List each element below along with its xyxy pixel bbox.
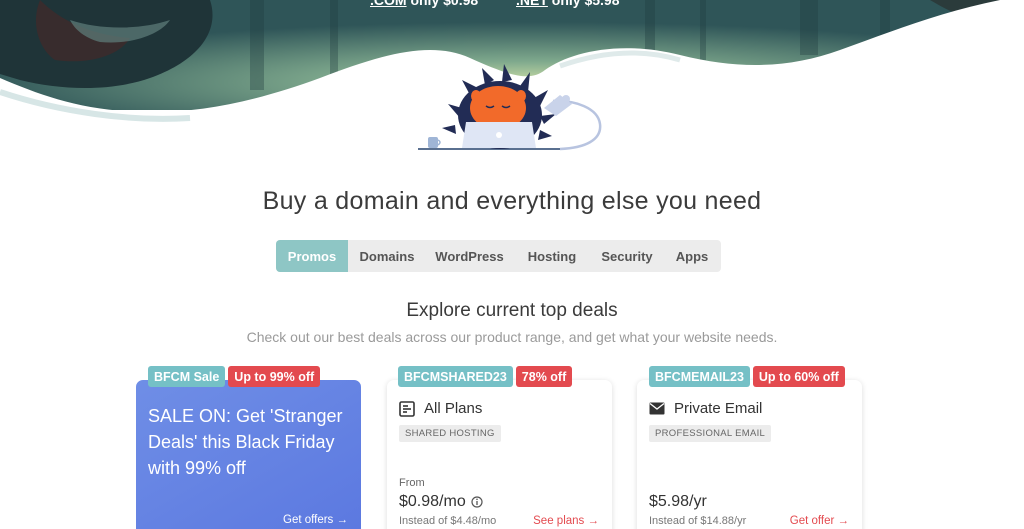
original-price: Instead of $4.48/mo xyxy=(399,515,497,527)
card-header: All Plans xyxy=(399,400,482,417)
promo-code-badge: BFCMSHARED23 xyxy=(398,366,513,387)
deals-subtitle: Check out our best deals across our prod… xyxy=(246,329,778,345)
discount-badge: 78% off xyxy=(515,366,573,387)
get-offer-link[interactable]: Get offer → xyxy=(790,515,849,527)
hero-banner: .COM only $0.98 .NET only $5.98 xyxy=(0,0,1024,160)
price-value: $5.98/yr xyxy=(649,493,707,510)
product-tabs: Promos Domains WordPress Hosting Securit… xyxy=(276,240,721,272)
tab-promos[interactable]: Promos xyxy=(276,240,348,272)
com-promo-link[interactable]: .COM only $0.98 xyxy=(370,0,478,8)
deals-title: Explore current top deals xyxy=(406,300,618,321)
tab-wordpress[interactable]: WordPress xyxy=(426,240,513,272)
hero-promo-links: .COM only $0.98 .NET only $5.98 xyxy=(0,0,1024,12)
see-plans-link[interactable]: See plans → xyxy=(533,515,599,527)
card-title: Private Email xyxy=(674,400,763,417)
discount-badge: Up to 99% off xyxy=(228,366,321,387)
tab-hosting[interactable]: Hosting xyxy=(513,240,591,272)
hero-illustration xyxy=(0,0,1024,160)
shared-hosting-card[interactable]: All Plans SHARED HOSTING From $0.98/mo I… xyxy=(387,380,612,529)
promo-card-text: SALE ON: Get 'Stranger Deals' this Black… xyxy=(148,406,343,478)
private-email-card[interactable]: Private Email PROFESSIONAL EMAIL $5.98/y… xyxy=(637,380,862,529)
tab-security[interactable]: Security xyxy=(591,240,663,272)
original-price: Instead of $14.88/yr xyxy=(649,515,747,527)
net-promo-link[interactable]: .NET only $5.98 xyxy=(516,0,619,8)
product-tag: PROFESSIONAL EMAIL xyxy=(649,425,772,442)
from-label: From xyxy=(399,477,425,489)
price-value: $0.98/mo xyxy=(399,493,466,510)
get-offers-link[interactable]: Get offers → xyxy=(283,514,348,526)
promo-card[interactable]: SALE ON: Get 'Stranger Deals' this Black… xyxy=(136,380,361,529)
card-header: Private Email xyxy=(649,400,762,417)
card-title: All Plans xyxy=(424,400,483,417)
email-badges: BFCMEMAIL23 Up to 60% off xyxy=(649,366,845,387)
tab-apps[interactable]: Apps xyxy=(663,240,721,272)
promo-code-badge: BFCMEMAIL23 xyxy=(649,366,750,387)
page-heading: Buy a domain and everything else you nee… xyxy=(262,187,762,215)
envelope-icon xyxy=(649,402,665,415)
info-icon[interactable] xyxy=(471,496,483,508)
price: $0.98/mo xyxy=(399,493,483,511)
product-tag: SHARED HOSTING xyxy=(399,425,501,442)
price: $5.98/yr xyxy=(649,493,707,511)
promo-badges: BFCM Sale Up to 99% off xyxy=(148,366,321,387)
promo-code-badge: BFCM Sale xyxy=(148,366,226,387)
server-icon xyxy=(399,400,415,417)
shared-badges: BFCMSHARED23 78% off xyxy=(398,366,573,387)
discount-badge: Up to 60% off xyxy=(752,366,845,387)
tab-domains[interactable]: Domains xyxy=(348,240,426,272)
